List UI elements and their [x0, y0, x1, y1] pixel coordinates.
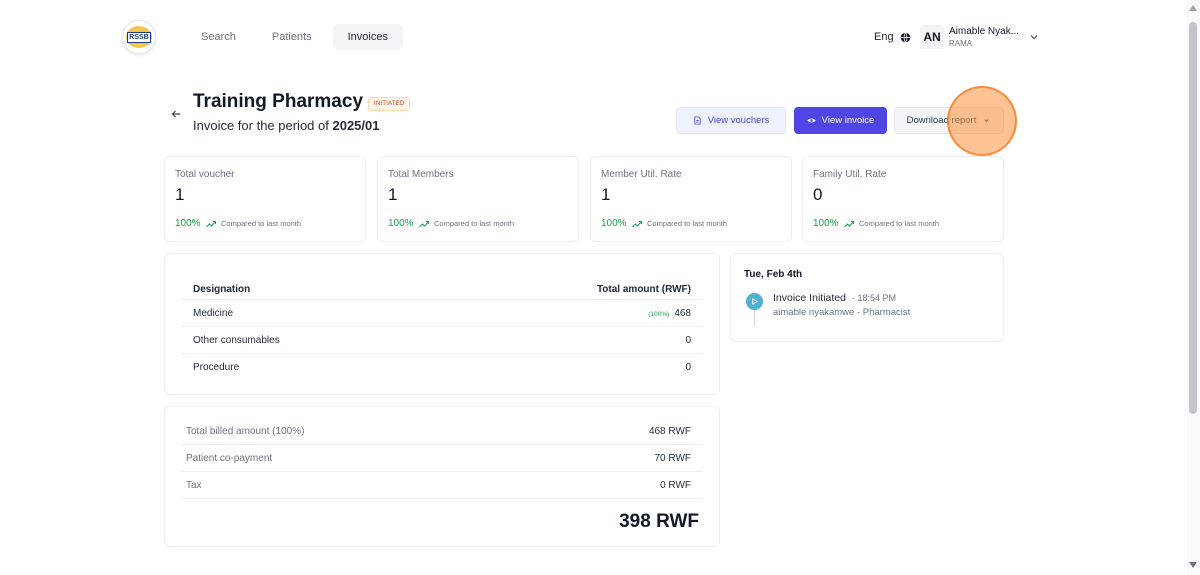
stat-change: 100% [175, 218, 201, 229]
totals-label: Tax [186, 480, 202, 491]
stat-value: 1 [601, 185, 611, 204]
stat-value: 0 [813, 185, 823, 204]
amount-cell: 0 [685, 362, 691, 373]
download-report-button[interactable]: Download report [894, 107, 1004, 134]
logo-text: RSSB [127, 31, 151, 43]
back-arrow-icon[interactable] [170, 108, 182, 120]
invoice-totals: Total billed amount (100%) 468 RWF Patie… [164, 406, 720, 547]
language-label: Eng [874, 31, 894, 43]
view-vouchers-label: View vouchers [707, 115, 770, 126]
timeline-dot [746, 293, 763, 310]
user-name[interactable]: Aimable Nyak... [949, 26, 1019, 37]
timeline-connector [754, 310, 755, 326]
column-header-designation: Designation [193, 284, 251, 295]
totals-row: Total billed amount (100%) 468 RWF [181, 418, 703, 445]
table-row: Medicine (100%) 468 [181, 300, 703, 327]
timeline-date: Tue, Feb 4th [744, 269, 803, 280]
totals-label: Patient co-payment [186, 453, 273, 464]
designation-cell: Other consumables [193, 335, 280, 346]
scrollbar-thumb[interactable] [1189, 22, 1197, 414]
stat-label: Family Util. Rate [813, 169, 887, 180]
timeline-event: Invoice Initiated - 18:54 PM [773, 292, 896, 304]
scroll-down-arrow[interactable] [1189, 562, 1197, 568]
view-invoice-label: View invoice [821, 115, 875, 126]
globe-icon [900, 31, 910, 43]
stat-compare: Compared to last month [434, 219, 515, 228]
amount-value: 468 [674, 308, 691, 319]
stat-card-total-voucher: Total voucher 1 100% Compared to last mo… [164, 156, 366, 242]
designation-cell: Medicine [193, 308, 234, 319]
event-title: Invoice Initiated [773, 292, 846, 304]
nav-item-invoices[interactable]: Invoices [332, 24, 403, 50]
stat-compare: Compared to last month [859, 219, 940, 228]
stat-change: 100% [388, 218, 414, 229]
stat-change: 100% [601, 218, 627, 229]
document-icon [694, 116, 701, 125]
stat-label: Total Members [388, 169, 454, 180]
status-badge: INITIATED [368, 97, 411, 111]
period-value: 2025/01 [332, 118, 380, 133]
totals-value: 0 RWF [660, 480, 691, 491]
nav-item-patients[interactable]: Patients [257, 24, 327, 50]
user-organization: RAMA [949, 39, 973, 48]
totals-row: Patient co-payment 70 RWF [181, 445, 703, 472]
trending-up-icon [419, 221, 429, 228]
amount-cell: (100%) 468 [648, 308, 691, 319]
totals-value: 468 RWF [648, 426, 691, 437]
stat-change: 100% [813, 218, 839, 229]
totals-row: Tax 0 RWF [181, 472, 703, 499]
chevron-down-icon [984, 119, 990, 123]
column-header-total-amount: Total amount (RWF) [596, 284, 691, 295]
stat-compare: Compared to last month [647, 219, 728, 228]
table-header: Designation Total amount (RWF) [181, 276, 703, 300]
event-actor: aimable nyakamwe - Pharmacist [773, 307, 911, 318]
view-invoice-button[interactable]: View invoice [794, 107, 887, 134]
trending-up-icon [206, 221, 216, 228]
scroll-up-arrow[interactable] [1189, 5, 1197, 11]
totals-value: 70 RWF [654, 453, 692, 464]
activity-timeline: Tue, Feb 4th Invoice Initiated - 18:54 PM… [730, 253, 1004, 342]
period-prefix: Invoice for the period of [193, 118, 329, 133]
user-avatar[interactable]: AN [920, 25, 944, 49]
trending-up-icon [844, 221, 854, 228]
nav-item-search[interactable]: Search [186, 24, 251, 50]
stat-card-family-util-rate: Family Util. Rate 0 100% Compared to las… [802, 156, 1004, 242]
amount-cell: 0 [685, 335, 691, 346]
designation-cell: Procedure [193, 362, 240, 373]
play-icon [752, 298, 758, 305]
table-row: Other consumables 0 [181, 327, 703, 354]
invoice-breakdown-table: Designation Total amount (RWF) Medicine … [164, 253, 720, 395]
event-time: - 18:54 PM [851, 293, 896, 303]
rssb-logo[interactable]: RSSB [122, 20, 156, 54]
stat-label: Total voucher [175, 169, 235, 180]
stat-label: Member Util. Rate [601, 169, 682, 180]
main-nav: Search Patients Invoices [186, 24, 403, 50]
stat-value: 1 [388, 185, 398, 204]
view-vouchers-button[interactable]: View vouchers [676, 107, 786, 134]
grand-total: 398 RWF [619, 511, 699, 532]
language-selector[interactable]: Eng [874, 31, 911, 43]
share-percent: (100%) [648, 311, 670, 318]
table-row: Procedure 0 [181, 354, 703, 381]
chevron-down-icon[interactable] [1029, 32, 1039, 42]
page-title: Training Pharmacy [193, 91, 364, 112]
invoice-period: Invoice for the period of 2025/01 [193, 118, 379, 133]
logo-emblem: RSSB [126, 26, 152, 48]
stat-compare: Compared to last month [221, 219, 302, 228]
trending-up-icon [632, 221, 642, 228]
eye-icon [807, 118, 816, 123]
download-report-label: Download report [906, 115, 977, 126]
stat-card-member-util-rate: Member Util. Rate 1 100% Compared to las… [590, 156, 792, 242]
stat-value: 1 [175, 185, 185, 204]
totals-label: Total billed amount (100%) [186, 426, 305, 437]
stat-card-total-members: Total Members 1 100% Compared to last mo… [377, 156, 579, 242]
